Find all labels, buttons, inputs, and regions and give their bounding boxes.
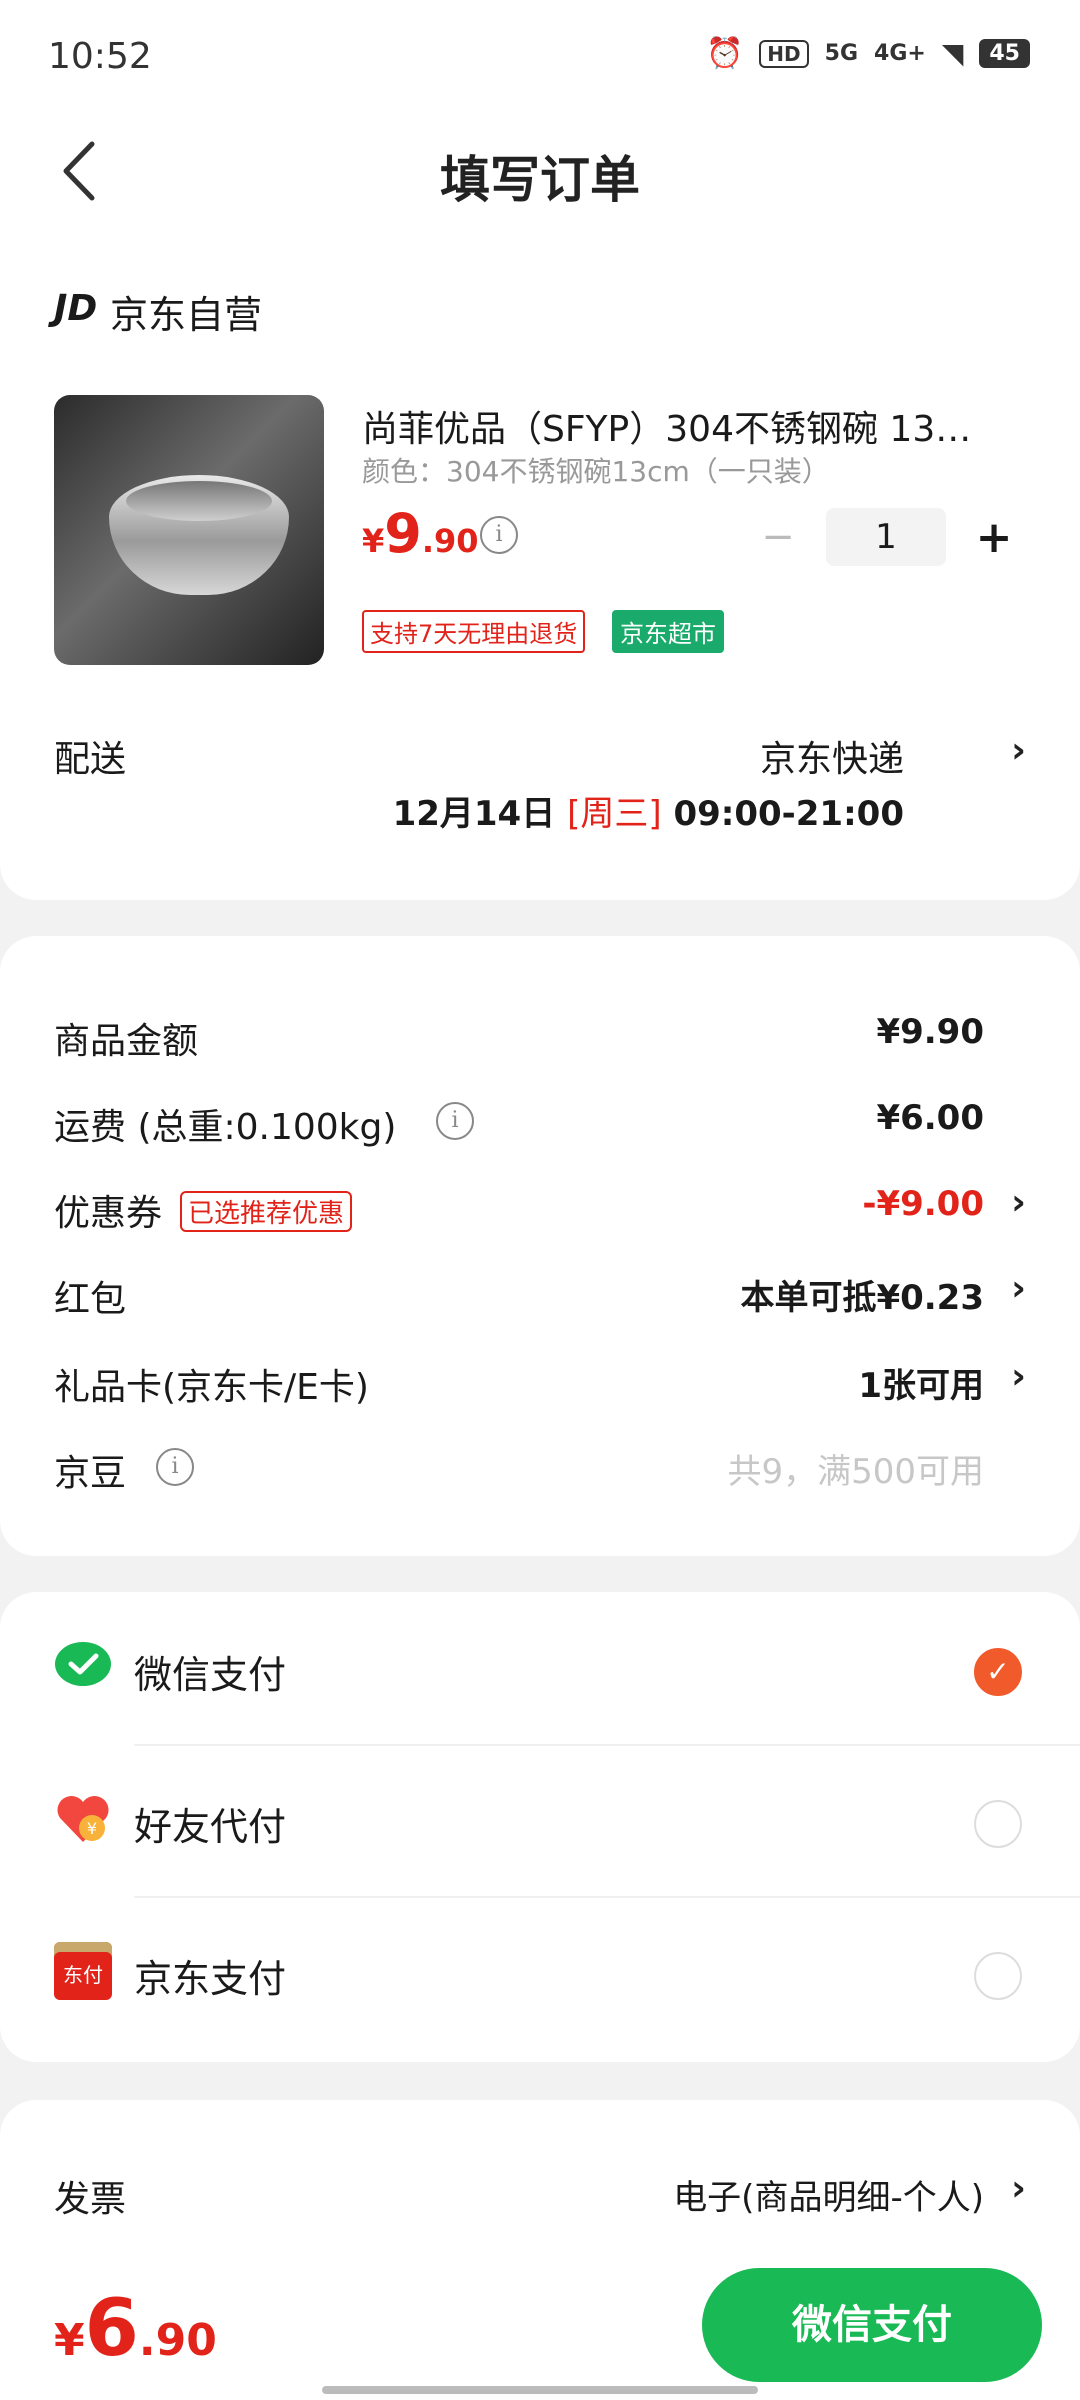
decrease-button[interactable]: − (750, 514, 806, 560)
gift-card-value[interactable]: 1张可用 (858, 1358, 984, 1407)
coupon-badge: 已选推荐优惠 (180, 1191, 353, 1232)
price-dec: .90 (421, 522, 479, 560)
invoice-value[interactable]: 电子(商品明细-个人) (673, 2170, 984, 2219)
friend-pay-icon: ¥ (57, 1795, 109, 1842)
hd-icon: HD (759, 39, 809, 68)
chevron-right-icon[interactable]: › (1011, 1268, 1026, 1309)
quantity-field[interactable]: 1 (826, 508, 946, 566)
battery-icon: 45 (979, 39, 1030, 68)
return-policy-badge: 支持7天无理由退货 (362, 610, 586, 653)
jd-beans-label: 京豆 (54, 1453, 127, 1494)
product-image[interactable] (54, 395, 324, 665)
total-price: ¥6.90 (54, 2284, 217, 2374)
checkout-bar: ¥6.90 微信支付 (0, 2254, 1080, 2400)
price-symbol: ¥ (362, 522, 385, 560)
shipping-window: 09:00-21:00 (673, 794, 904, 834)
coupon-label: 优惠券 (54, 1193, 163, 1234)
jd-supermarket-badge: 京东超市 (612, 610, 724, 653)
payment-method-card: 微信支付 ✓ ¥ 好友代付 东付 京东支付 (0, 1592, 1080, 2062)
chevron-right-icon[interactable]: › (1011, 2168, 1026, 2209)
payment-option-friend[interactable]: ¥ 好友代付 (0, 1744, 1080, 1894)
invoice-label: 发票 (54, 2179, 127, 2220)
payment-option-wechat[interactable]: 微信支付 ✓ (0, 1592, 1080, 1742)
total-dec: .90 (138, 2315, 217, 2366)
shipping-date: 12月14日 (392, 794, 556, 834)
info-icon[interactable]: i (436, 1102, 474, 1140)
page-title: 填写订单 (440, 151, 640, 209)
chevron-right-icon[interactable]: › (1011, 1356, 1026, 1397)
status-bar: 10:52 ⏰ HD 5G 4G+ ◥ 45 (0, 0, 1080, 110)
wifi-icon: ◥ (941, 37, 964, 70)
payment-option-label: 好友代付 (134, 1805, 287, 1849)
payment-option-label: 微信支付 (134, 1653, 287, 1697)
price-int: 9 (384, 502, 422, 565)
wechat-pay-icon (55, 1642, 111, 1686)
info-icon[interactable]: i (156, 1448, 194, 1486)
svg-text:¥: ¥ (87, 1819, 97, 1838)
wechat-pay-button[interactable]: 微信支付 (702, 2268, 1042, 2382)
store-name: 京东自营 (110, 293, 263, 337)
coupon-value[interactable]: -¥9.00 (862, 1184, 984, 1224)
signal-4g-icon: 4G+ (874, 41, 926, 66)
price-summary-card: 商品金额 ¥9.90 运费 (总重:0.100kg) i ¥6.00 优惠券 已选… (0, 936, 1080, 1556)
chevron-right-icon[interactable]: › (1011, 730, 1026, 771)
shipping-weekday: [周三] (567, 794, 662, 834)
freight-label: 运费 (总重:0.100kg) (54, 1107, 397, 1148)
freight-value: ¥6.00 (876, 1098, 984, 1138)
shipping-label: 配送 (54, 739, 127, 780)
jd-logo: JD (54, 288, 98, 329)
product-spec: 颜色：304不锈钢碗13cm（一只装） (362, 455, 830, 488)
total-symbol: ¥ (54, 2315, 85, 2366)
gift-card-label: 礼品卡(京东卡/E卡) (54, 1367, 369, 1408)
jd-beans-value: 共9，满500可用 (727, 1452, 984, 1492)
chevron-right-icon[interactable]: › (1011, 1182, 1026, 1223)
home-indicator[interactable] (322, 2386, 758, 2394)
shipping-company[interactable]: 京东快递 (760, 730, 904, 782)
signal-5g-icon: 5G (824, 41, 859, 66)
product-name[interactable]: 尚菲优品（SFYP）304不锈钢碗 13… (362, 400, 1022, 452)
radio-selected[interactable]: ✓ (974, 1648, 1022, 1696)
increase-button[interactable]: + (966, 512, 1022, 563)
red-packet-value[interactable]: 本单可抵¥0.23 (740, 1270, 984, 1319)
bowl-inner-shape (126, 481, 272, 521)
product-price: ¥9.90 (362, 502, 479, 565)
status-time: 10:52 (48, 36, 152, 77)
alarm-icon: ⏰ (705, 36, 744, 71)
status-icons: ⏰ HD 5G 4G+ ◥ 45 (706, 36, 1030, 71)
quantity-stepper: − 1 + (750, 508, 1022, 566)
total-int: 6 (84, 2284, 139, 2374)
payment-option-jdpay[interactable]: 东付 京东支付 (0, 1896, 1080, 2046)
info-icon[interactable]: i (480, 516, 518, 554)
coupon-row[interactable]: 优惠券 已选推荐优惠 (54, 1184, 353, 1236)
nav-bar: 填写订单 (0, 110, 1080, 240)
red-packet-label: 红包 (54, 1279, 127, 1320)
payment-option-label: 京东支付 (134, 1957, 287, 2001)
jd-pay-icon: 东付 (54, 1942, 112, 2000)
shipping-time[interactable]: 12月14日 [周三] 09:00-21:00 (393, 786, 904, 835)
radio-unselected[interactable] (974, 1800, 1022, 1848)
goods-amount-value: ¥9.90 (876, 1012, 984, 1052)
goods-amount-label: 商品金额 (54, 1021, 199, 1062)
order-item-card: JD 京东自营 尚菲优品（SFYP）304不锈钢碗 13… 颜色：304不锈钢碗… (0, 240, 1080, 900)
radio-unselected[interactable] (974, 1952, 1022, 2000)
